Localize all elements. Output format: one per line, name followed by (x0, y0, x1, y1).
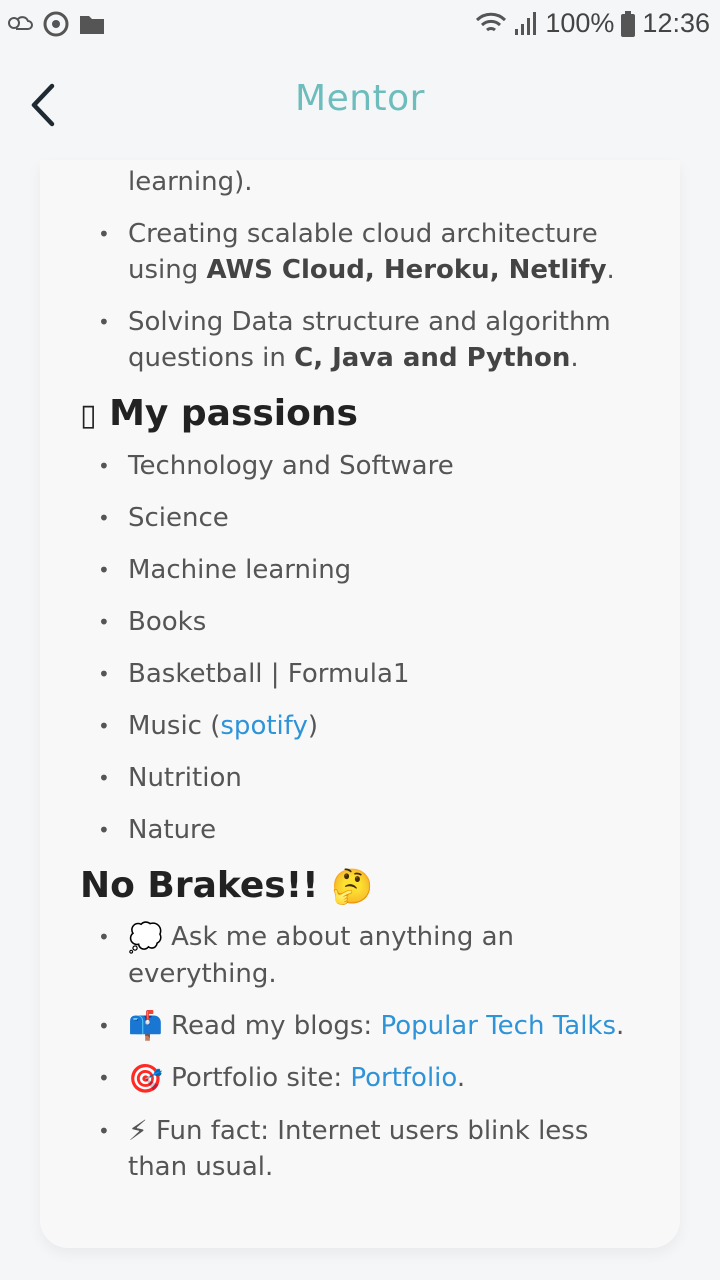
missing-glyph-icon: ▯ (80, 398, 97, 433)
blog-link[interactable]: Popular Tech Talks (380, 1011, 616, 1041)
list-item-suffix: . (616, 1010, 625, 1041)
spotify-link[interactable]: spotify (220, 711, 307, 741)
portfolio-link[interactable]: Portfolio (350, 1063, 457, 1093)
list-item: Machine learning (80, 552, 650, 588)
list-item-text: Basketball | Formula1 (128, 659, 410, 689)
list-item-suffix: . (570, 343, 579, 373)
list-item: 💭 Ask me about anything an everything. (80, 919, 650, 992)
passions-title: My passions (109, 393, 358, 434)
target-icon: 🎯 (128, 1061, 163, 1095)
list-item-text: Technology and Software (128, 451, 454, 481)
app-header: Mentor (0, 50, 720, 160)
list-item: Creating scalable cloud architecture usi… (80, 216, 650, 288)
status-icons-left (4, 10, 106, 38)
list-item-text: Nature (128, 815, 217, 845)
list-item-text: Music ( (128, 711, 221, 741)
list-item-text: Machine learning (128, 555, 352, 585)
list-item: Solving Data structure and algorithm que… (80, 304, 650, 376)
list-item-text: Books (128, 607, 207, 637)
page-title: Mentor (295, 78, 425, 119)
weather-icon (4, 11, 34, 37)
list-item-bold: AWS Cloud, Heroku, Netlify (206, 255, 607, 285)
list-item-text: learning). (128, 167, 253, 197)
mailbox-icon: 📫 (128, 1009, 163, 1042)
list-item: learning). (80, 160, 650, 200)
list-item: 📫 Read my blogs: Popular Tech Talks. (80, 1008, 650, 1045)
list-item: Nutrition (80, 760, 650, 796)
list-item: Nature (80, 812, 650, 848)
status-icons-right: 100% 12:36 (475, 8, 710, 39)
list-item-text: Portfolio site: (171, 1063, 351, 1093)
profile-card: learning). Creating scalable cloud archi… (40, 160, 680, 1248)
signal-icon (513, 11, 539, 37)
folder-icon (78, 12, 106, 36)
list-item: Technology and Software (80, 448, 650, 484)
list-item-text: Fun fact: Internet users blink less than… (128, 1115, 589, 1183)
list-item-suffix: . (606, 255, 615, 285)
list-item: ⚡ Fun fact: Internet users blink less th… (80, 1113, 650, 1186)
no-brakes-title: No Brakes!! (80, 865, 319, 906)
wifi-icon (475, 11, 507, 37)
battery-percent: 100% (545, 8, 615, 38)
list-item-text: Nutrition (128, 763, 242, 793)
list-item-suffix: ) (307, 711, 319, 741)
list-item-text: Read my blogs: (171, 1010, 381, 1041)
list-item-suffix: . (456, 1063, 466, 1093)
thinking-face-icon: 🤔 (331, 867, 374, 907)
list-item: Books (80, 604, 650, 640)
battery-icon (620, 10, 636, 38)
list-item: Basketball | Formula1 (80, 656, 650, 692)
list-item: Music (spotify) (80, 708, 650, 744)
lightning-icon: ⚡ (128, 1114, 148, 1147)
list-item: 🎯 Portfolio site: Portfolio. (80, 1060, 650, 1097)
no-brakes-heading: No Brakes!! 🤔 (80, 864, 650, 909)
profile-content: learning). Creating scalable cloud archi… (80, 160, 650, 1201)
list-item: Science (80, 500, 650, 536)
thought-bubble-icon: 💭 (128, 920, 163, 954)
clock: 12:36 (642, 8, 710, 38)
list-item-text: Science (128, 503, 229, 533)
sync-icon (42, 10, 70, 38)
passions-heading: ▯ My passions (80, 392, 650, 438)
status-bar: 100% 12:36 (0, 0, 720, 50)
list-item-text: Ask me about anything an everything. (128, 922, 515, 989)
list-item-bold: C, Java and Python (294, 343, 571, 373)
